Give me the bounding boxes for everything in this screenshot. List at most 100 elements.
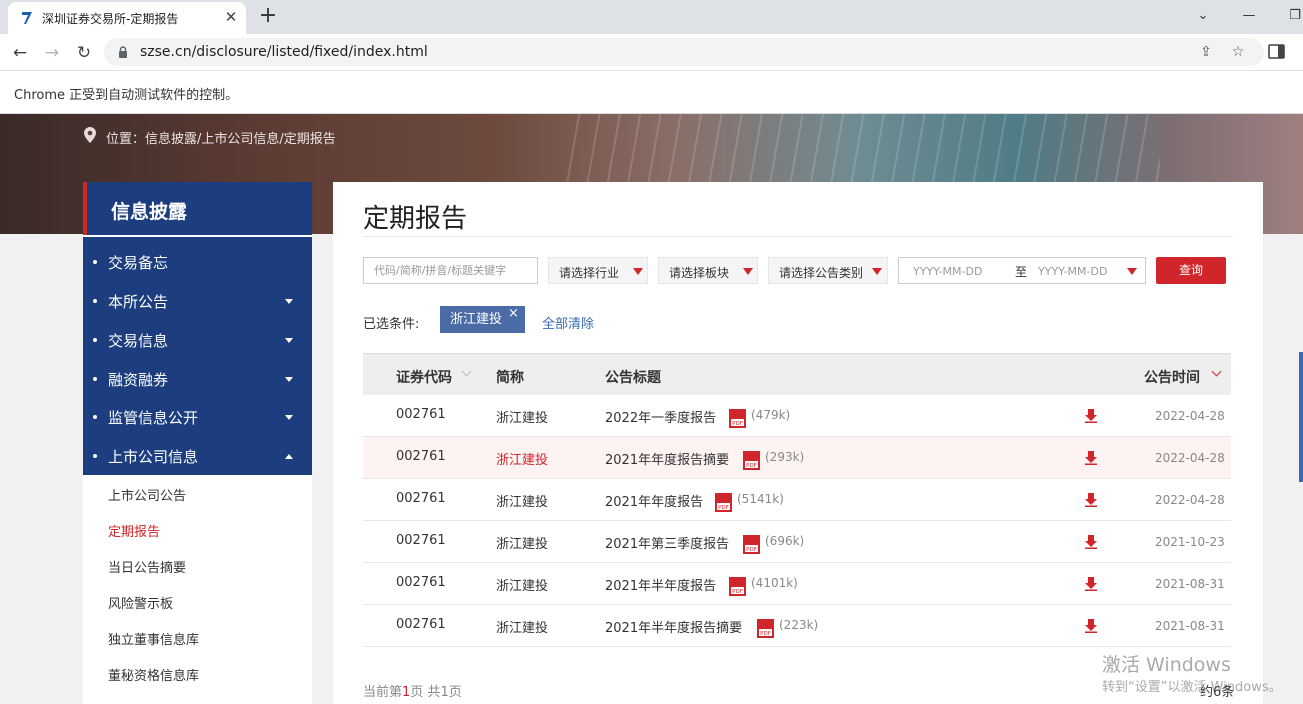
submenu-item-periodic-reports[interactable]: 定期报告: [108, 521, 160, 540]
sort-caret-icon[interactable]: [461, 366, 472, 377]
download-icon[interactable]: [1084, 535, 1098, 549]
submenu-item-board-secretaries[interactable]: 董秘资格信息库: [108, 665, 199, 684]
bullet-icon: [93, 377, 97, 381]
table-row[interactable]: 002761 浙江建投 2021年年度报告摘要 PDF (293k) 2022-…: [363, 437, 1231, 479]
pdf-icon[interactable]: PDF: [757, 619, 774, 638]
url-omnibox[interactable]: szse.cn/disclosure/listed/fixed/index.ht…: [104, 38, 1264, 66]
file-size: (4101k): [751, 576, 798, 590]
share-icon[interactable]: ⇪: [1196, 42, 1216, 62]
submenu-item-independent-directors[interactable]: 独立董事信息库: [108, 629, 199, 648]
windows-activation-hint: 转到“设置”以激活 Windows。: [1102, 680, 1282, 695]
reload-icon[interactable]: ↻: [72, 41, 96, 65]
sidebar-item-trading-info[interactable]: 交易信息: [83, 321, 312, 360]
pager-suffix: 页: [448, 685, 462, 700]
submenu-item-company-announcements[interactable]: 上市公司公告: [108, 485, 186, 504]
sidebar-item-exchange-notices[interactable]: 本所公告: [83, 282, 312, 321]
bullet-icon: [93, 299, 97, 303]
tab-close-icon[interactable]: ✕: [222, 8, 240, 26]
sidebar-item-label: 交易信息: [108, 332, 169, 350]
sidebar-item-trading-memo[interactable]: 交易备忘: [83, 243, 312, 282]
forward-icon[interactable]: →: [40, 41, 64, 65]
restore-icon[interactable]: ❐: [1284, 6, 1303, 26]
pagination-info: 当前第1页 共1页: [363, 681, 462, 700]
szse-favicon-icon: [22, 12, 32, 24]
sort-caret-icon[interactable]: [1211, 366, 1222, 377]
date-start-input[interactable]: YYYY-MM-DD: [913, 265, 982, 278]
new-tab-icon[interactable]: +: [256, 5, 280, 29]
address-bar: ← → ↻ szse.cn/disclosure/listed/fixed/in…: [0, 34, 1303, 71]
table-header: 证券代码 简称 公告标题 公告时间: [363, 353, 1231, 395]
main-panel: 定期报告 代码/简称/拼音/标题关键字 请选择行业 请选择板块 请选择公告类别 …: [333, 182, 1263, 704]
pdf-icon[interactable]: PDF: [743, 451, 760, 470]
cell-name[interactable]: 浙江建投: [496, 449, 548, 468]
back-icon[interactable]: ←: [8, 41, 32, 65]
table-row[interactable]: 002761 浙江建投 2022年一季度报告 PDF (479k) 2022-0…: [363, 395, 1231, 437]
cell-code: 002761: [396, 533, 446, 548]
cell-title[interactable]: 2021年第三季度报告: [605, 533, 729, 552]
tab-search-icon[interactable]: ⌄: [1192, 6, 1214, 26]
cell-name[interactable]: 浙江建投: [496, 407, 548, 426]
cell-title[interactable]: 2021年年度报告摘要: [605, 449, 729, 468]
header-name: 简称: [496, 370, 524, 386]
cell-name[interactable]: 浙江建投: [496, 491, 548, 510]
search-input[interactable]: 代码/简称/拼音/标题关键字: [363, 257, 538, 284]
pdf-icon[interactable]: PDF: [715, 493, 732, 512]
sidebar-item-margin-trading[interactable]: 融资融券: [83, 360, 312, 399]
cell-name[interactable]: 浙江建投: [496, 533, 548, 552]
cell-name[interactable]: 浙江建投: [496, 575, 548, 594]
industry-select[interactable]: 请选择行业: [548, 257, 648, 284]
clear-all-link[interactable]: 全部清除: [542, 313, 594, 332]
table-row[interactable]: 002761 浙江建投 2021年第三季度报告 PDF (696k) 2021-…: [363, 521, 1231, 563]
cell-title[interactable]: 2022年一季度报告: [605, 407, 716, 426]
bullet-icon: [93, 415, 97, 419]
browser-tab-bar: 深圳证券交易所-定期报告 ✕ + ⌄ — ❐: [0, 0, 1303, 34]
table-row[interactable]: 002761 浙江建投 2021年年度报告 PDF (5141k) 2022-0…: [363, 479, 1231, 521]
pdf-icon[interactable]: PDF: [743, 535, 760, 554]
cell-title[interactable]: 2021年年度报告: [605, 491, 703, 510]
sidebar-item-label: 交易备忘: [108, 254, 169, 272]
remove-tag-icon[interactable]: ×: [508, 306, 519, 321]
bullet-icon: [93, 260, 97, 264]
board-select[interactable]: 请选择板块: [658, 257, 758, 284]
svg-text:PDF: PDF: [746, 463, 757, 469]
cell-date: 2021-10-23: [1155, 535, 1225, 549]
breadcrumb: 位置：信息披露/上市公司信息/定期报告: [106, 132, 336, 147]
dropdown-arrow-icon: [633, 268, 643, 275]
download-icon[interactable]: [1084, 409, 1098, 423]
bullet-icon: [93, 338, 97, 342]
date-end-input[interactable]: YYYY-MM-DD: [1038, 265, 1107, 278]
minimize-icon[interactable]: —: [1238, 6, 1260, 26]
submenu-item-daily-summary[interactable]: 当日公告摘要: [108, 557, 186, 576]
cell-code: 002761: [396, 491, 446, 506]
download-icon[interactable]: [1084, 493, 1098, 507]
download-icon[interactable]: [1084, 451, 1098, 465]
header-code[interactable]: 证券代码: [396, 367, 452, 387]
page-title: 定期报告: [363, 204, 468, 234]
cell-title[interactable]: 2021年半年度报告: [605, 575, 716, 594]
category-select[interactable]: 请选择公告类别: [768, 257, 888, 284]
table-row[interactable]: 002761 浙江建投 2021年半年度报告 PDF (4101k) 2021-…: [363, 563, 1231, 605]
download-icon[interactable]: [1084, 577, 1098, 591]
date-range-picker[interactable]: YYYY-MM-DD 至 YYYY-MM-DD: [898, 257, 1146, 284]
sidebar-item-listed-company-info[interactable]: 上市公司信息: [83, 437, 312, 476]
pdf-icon[interactable]: PDF: [729, 409, 746, 428]
scrollbar-thumb[interactable]: [1299, 352, 1303, 482]
header-time[interactable]: 公告时间: [1144, 367, 1200, 387]
pager-middle: 页 共: [410, 685, 441, 700]
cell-name[interactable]: 浙江建投: [496, 617, 548, 636]
bookmark-star-icon[interactable]: ☆: [1228, 42, 1248, 62]
table-row[interactable]: 002761 浙江建投 2021年半年度报告摘要 PDF (223k) 2021…: [363, 605, 1231, 647]
sidebar-item-label: 上市公司信息: [108, 448, 199, 466]
file-size: (293k): [765, 450, 805, 464]
sidebar-item-label: 监管信息公开: [108, 409, 199, 427]
sidebar-item-regulatory-info[interactable]: 监管信息公开: [83, 398, 312, 437]
side-panel-icon[interactable]: [1268, 44, 1286, 60]
pdf-icon[interactable]: PDF: [729, 577, 746, 596]
caret-down-icon: [285, 415, 293, 420]
query-button[interactable]: 查询: [1156, 257, 1226, 284]
browser-tab[interactable]: 深圳证券交易所-定期报告 ✕: [8, 2, 246, 34]
download-icon[interactable]: [1084, 619, 1098, 633]
submenu-item-risk-warning-board[interactable]: 风险警示板: [108, 593, 173, 612]
cell-date: 2021-08-31: [1155, 577, 1225, 591]
cell-title[interactable]: 2021年半年度报告摘要: [605, 617, 742, 636]
